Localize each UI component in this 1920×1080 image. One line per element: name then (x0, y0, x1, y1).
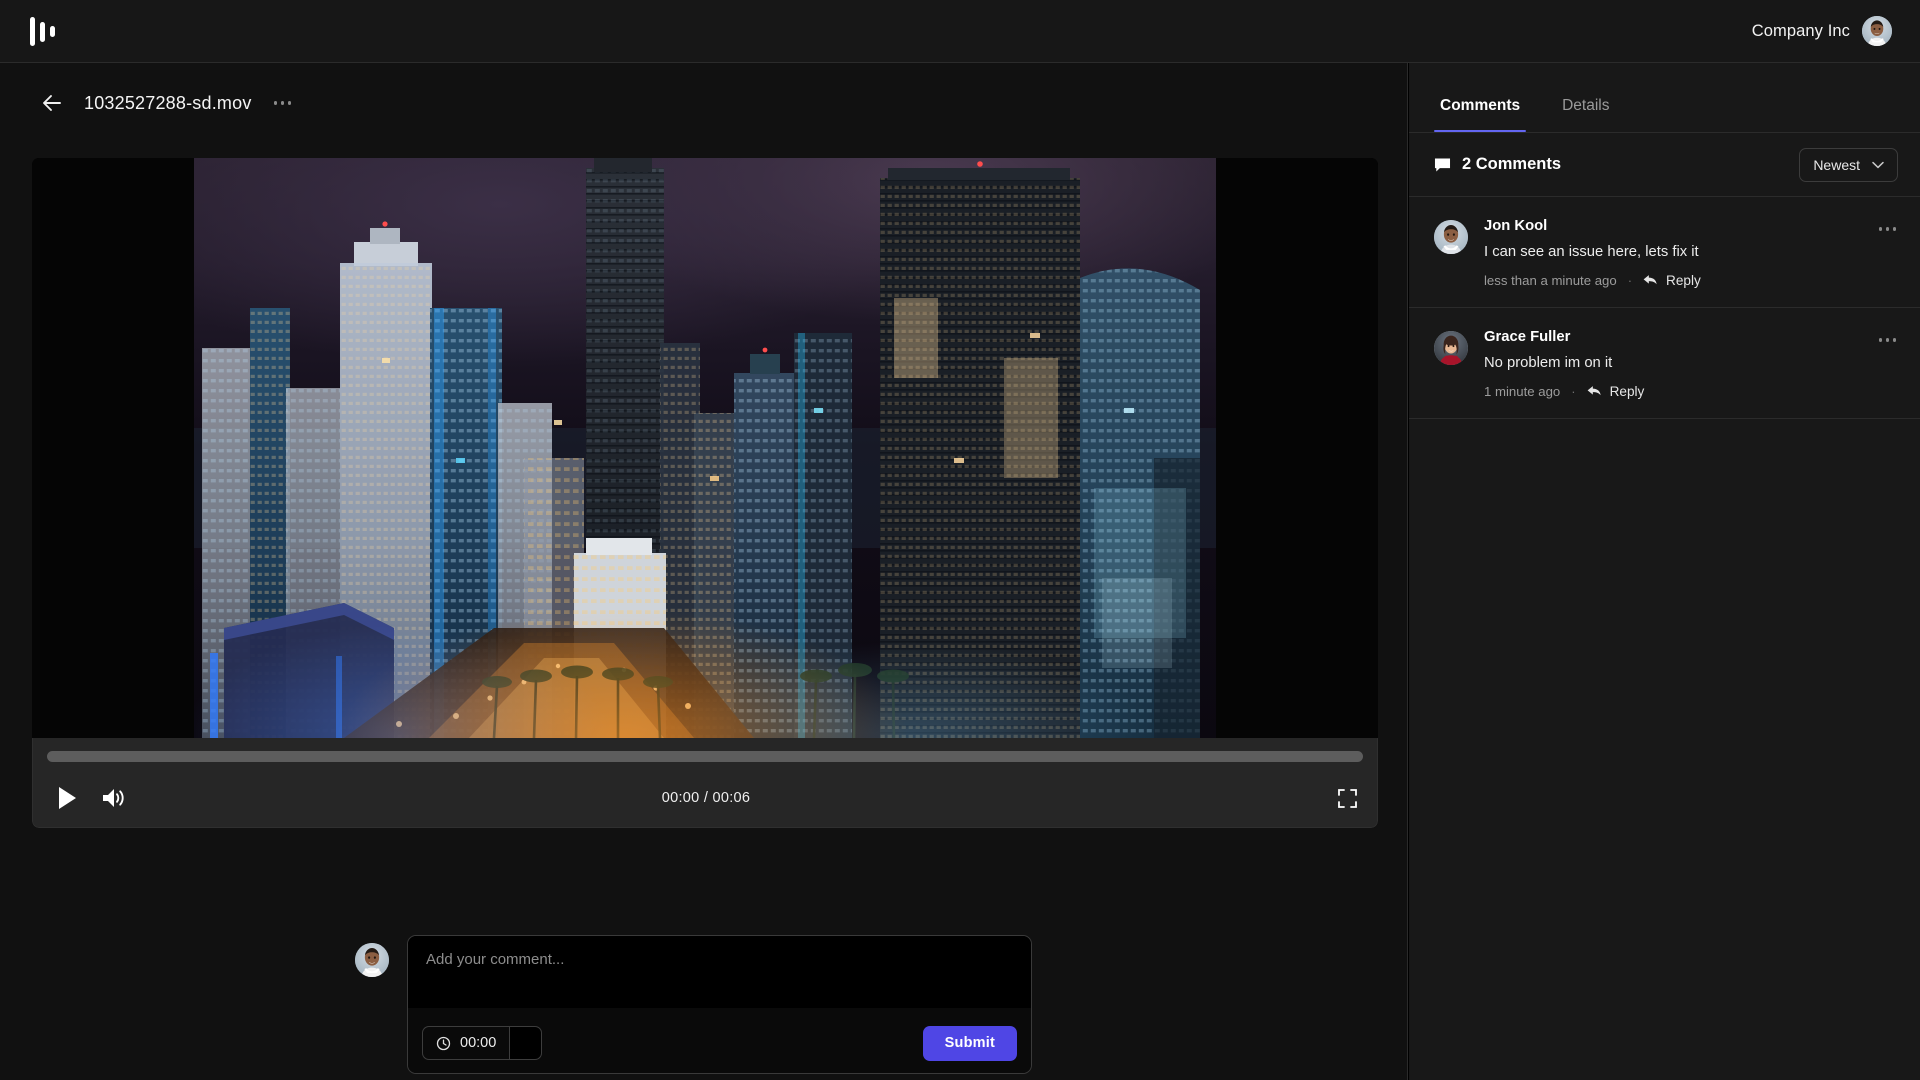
avatar-image (1862, 16, 1892, 46)
comments-count-group: 2 Comments (1434, 155, 1561, 174)
video-stage[interactable] (32, 158, 1378, 738)
video-frame (194, 158, 1216, 738)
comment-composer: 00:00 Submit (355, 935, 1032, 1074)
sort-dropdown[interactable]: Newest (1799, 147, 1898, 182)
comment-timestamp: less than a minute ago (1484, 273, 1617, 289)
user-avatar[interactable] (1862, 16, 1892, 46)
dot (273, 101, 278, 105)
clock-icon (436, 1036, 451, 1050)
comment-author: Grace Fuller (1484, 329, 1571, 346)
reply-label: Reply (1609, 384, 1645, 400)
comment-item: Jon Kool I can see an issue here, lets f… (1409, 197, 1920, 309)
player-controls: 00:00 / 00:06 (32, 738, 1378, 828)
meta-separator: · (1627, 273, 1633, 289)
logo-bar-2 (40, 22, 45, 42)
timestamp-chip[interactable]: 00:00 (422, 1026, 510, 1060)
comment-more-options-icon[interactable] (1877, 332, 1899, 348)
dot (1878, 338, 1882, 342)
file-header: 1032527288-sd.mov (0, 63, 1408, 143)
dot (1892, 338, 1896, 342)
comment-timestamp: 1 minute ago (1484, 384, 1561, 400)
comment-input[interactable] (408, 936, 1031, 1008)
comments-header: 2 Comments Newest (1409, 133, 1920, 197)
timestamp-value: 00:00 (460, 1035, 497, 1051)
fullscreen-icon[interactable] (1337, 788, 1357, 808)
reply-arrow-icon (1587, 386, 1601, 396)
comment-text: I can see an issue here, lets fix it (1484, 244, 1699, 260)
file-more-options-icon[interactable] (272, 95, 294, 111)
play-icon[interactable] (55, 785, 79, 811)
comment-text: No problem im on it (1484, 355, 1613, 372)
avatar-image (355, 943, 389, 977)
tab-comments[interactable]: Comments (1434, 97, 1527, 132)
reply-button[interactable]: Reply (1643, 273, 1701, 288)
submit-button[interactable]: Submit (922, 1025, 1017, 1061)
logo-bar-3 (50, 26, 55, 37)
dot (1885, 227, 1889, 231)
comment-author-avatar (1434, 220, 1468, 254)
comment-author-avatar (1434, 331, 1468, 366)
comment-body: Jon Kool I can see an issue here, lets f… (1484, 218, 1898, 288)
comments-sidebar: Comments Details 2 Comments Newest Jon K… (1409, 63, 1920, 1080)
main-content: 1032527288-sd.mov 00:00 / 00:06 Add your… (0, 63, 1408, 1080)
chevron-down-icon (1872, 161, 1884, 168)
dot (1878, 227, 1882, 231)
controls-row: 00:00 / 00:06 (33, 772, 1378, 824)
comment-more-options-icon[interactable] (1877, 221, 1899, 237)
timestamp-group: 00:00 (422, 1026, 543, 1060)
reply-label: Reply (1666, 273, 1701, 289)
dot (1892, 227, 1896, 231)
timestamp-extra-button[interactable] (509, 1026, 543, 1060)
comment-bubble-icon (1434, 158, 1451, 171)
meta-separator: · (1571, 384, 1576, 400)
avatar-image (1434, 331, 1468, 366)
org-name: Company Inc (1751, 21, 1850, 40)
dot (287, 101, 292, 105)
comments-count: 2 Comments (1462, 155, 1562, 173)
dot (280, 101, 285, 105)
file-name: 1032527288-sd.mov (84, 92, 252, 113)
app-logo-icon[interactable] (30, 16, 55, 46)
comment-author: Jon Kool (1484, 218, 1548, 234)
back-arrow-icon[interactable] (40, 91, 64, 115)
sort-selected-value: Newest (1813, 156, 1860, 173)
top-bar: Company Inc (0, 0, 1920, 63)
comment-body: Grace Fuller No problem im on it 1 minut… (1484, 329, 1898, 399)
seek-bar[interactable] (47, 751, 1363, 762)
org-switcher[interactable]: Company Inc (1752, 16, 1892, 46)
composer-box: 00:00 Submit (407, 935, 1032, 1074)
cityscape-illustration (194, 158, 1216, 738)
logo-bar-1 (30, 17, 35, 46)
video-player: 00:00 / 00:06 (32, 158, 1378, 828)
tab-details[interactable]: Details (1556, 97, 1615, 132)
comment-meta: less than a minute ago · Reply (1484, 273, 1898, 288)
comment-meta: 1 minute ago · Reply (1484, 384, 1898, 399)
comment-item: Grace Fuller No problem im on it 1 minut… (1409, 308, 1920, 420)
reply-button[interactable]: Reply (1587, 384, 1645, 400)
avatar-image (1434, 220, 1468, 254)
composer-avatar (355, 943, 389, 977)
sidebar-tabs: Comments Details (1409, 63, 1920, 133)
dot (1885, 338, 1889, 342)
time-display: 00:00 / 00:06 (661, 790, 751, 806)
volume-icon[interactable] (101, 786, 127, 810)
composer-footer: 00:00 Submit (408, 1013, 1031, 1073)
reply-arrow-icon (1643, 275, 1657, 285)
